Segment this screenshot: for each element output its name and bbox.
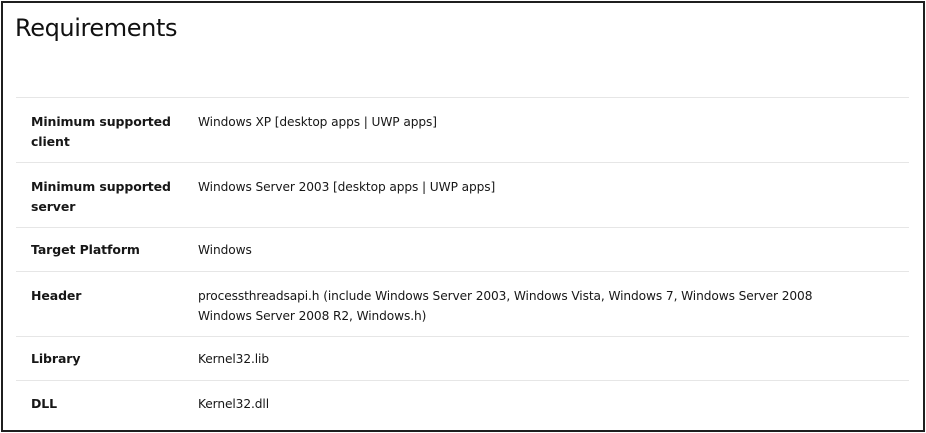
row-value: processthreadsapi.h (include Windows Ser… bbox=[198, 272, 909, 337]
row-label: Header bbox=[16, 272, 198, 337]
row-label: Minimum supported server bbox=[16, 163, 198, 228]
row-label: Target Platform bbox=[16, 228, 198, 272]
row-value-text: Kernel32.lib bbox=[198, 352, 269, 366]
requirements-table: Minimum supported client Windows XP [des… bbox=[16, 97, 909, 425]
table-row-min-client: Minimum supported client Windows XP [des… bbox=[16, 97, 909, 163]
row-label-text: Minimum supported server bbox=[31, 179, 171, 214]
row-value-text: Windows Server 2003 [desktop apps | UWP … bbox=[198, 180, 496, 194]
row-value: Kernel32.lib bbox=[198, 337, 909, 381]
row-value-text: Windows bbox=[198, 243, 252, 257]
row-value-text: Kernel32.dll bbox=[198, 397, 269, 411]
requirements-panel: Requirements Minimum supported client Wi… bbox=[1, 1, 925, 432]
row-label: Library bbox=[16, 337, 198, 381]
row-label: DLL bbox=[16, 381, 198, 426]
table-row-dll: DLL Kernel32.dll bbox=[16, 380, 909, 426]
row-value: Windows Server 2003 [desktop apps | UWP … bbox=[198, 163, 909, 228]
row-value: Windows XP [desktop apps | UWP apps] bbox=[198, 98, 909, 163]
row-value-text: processthreadsapi.h (include Windows Ser… bbox=[198, 289, 813, 323]
row-label-text: Minimum supported client bbox=[31, 114, 171, 149]
table-row-min-server: Minimum supported server Windows Server … bbox=[16, 162, 909, 228]
page-title: Requirements bbox=[15, 14, 178, 42]
table-row-library: Library Kernel32.lib bbox=[16, 336, 909, 381]
row-label-text: Library bbox=[31, 351, 81, 366]
row-label: Minimum supported client bbox=[16, 98, 198, 163]
row-value-text: Windows XP [desktop apps | UWP apps] bbox=[198, 115, 437, 129]
row-label-text: DLL bbox=[31, 396, 58, 411]
row-value: Kernel32.dll bbox=[198, 381, 909, 426]
row-value: Windows bbox=[198, 228, 909, 272]
table-row-target-platform: Target Platform Windows bbox=[16, 227, 909, 272]
row-label-text: Target Platform bbox=[31, 242, 140, 257]
table-row-header: Header processthreadsapi.h (include Wind… bbox=[16, 271, 909, 337]
row-label-text: Header bbox=[31, 288, 82, 303]
